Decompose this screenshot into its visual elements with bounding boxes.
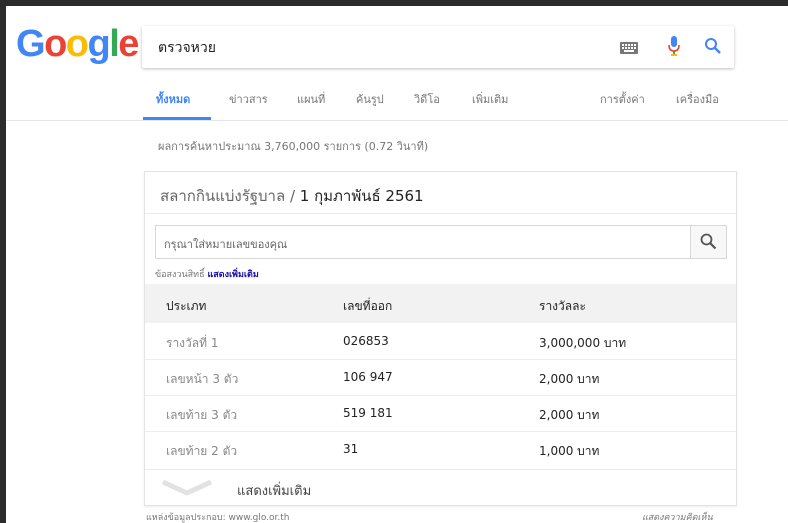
- logo-letter: o: [65, 23, 89, 65]
- search-tabs: ทั้งหมด ข่าวสาร แผนที่ ค้นรูป วิดีโอ เพิ…: [6, 92, 788, 122]
- lottery-input-placeholder: กรุณาใส่หมายเลขของคุณ: [164, 238, 288, 251]
- card-title-prefix: สลากกินแบ่งรัฐบาล /: [160, 187, 300, 205]
- search-icon[interactable]: [704, 37, 722, 59]
- header-prize: รางวัลละ: [539, 299, 586, 313]
- lottery-search-button[interactable]: [690, 225, 727, 259]
- logo-letter: l: [109, 23, 120, 65]
- show-more-button[interactable]: แสดงเพิ่มเติม: [145, 469, 736, 506]
- table-row: รางวัลที่ 1 026853 3,000,000 บาท: [145, 323, 736, 360]
- row-prize: 2,000 บาท: [539, 372, 600, 386]
- tab-news[interactable]: ข่าวสาร: [229, 92, 268, 122]
- header-type: ประเภท: [166, 299, 207, 313]
- row-prize: 3,000,000 บาท: [539, 336, 627, 350]
- result-stats: ผลการค้นหาประมาณ 3,760,000 รายการ (0.72 …: [158, 140, 429, 153]
- row-number: 106 947: [343, 370, 393, 384]
- logo-letter: o: [44, 23, 67, 65]
- table-row: เลขท้าย 2 ตัว 31 1,000 บาท: [145, 431, 736, 467]
- logo-letter: g: [87, 23, 111, 65]
- search-icon: [700, 233, 717, 250]
- search-input[interactable]: ตรวจหวย: [158, 37, 216, 59]
- source-attribution: แหล่งข้อมูลประกอบ: www.glo.or.th: [146, 513, 290, 523]
- tab-images[interactable]: ค้นรูป: [356, 92, 384, 122]
- disclaimer-text: ข้อสงวนสิทธิ์: [155, 270, 208, 280]
- row-type: รางวัลที่ 1: [166, 336, 219, 350]
- lottery-card: สลากกินแบ่งรัฐบาล / 1 กุมภาพันธ์ 2561 กร…: [144, 171, 737, 506]
- microphone-icon[interactable]: [668, 36, 680, 60]
- table-row: เลขหน้า 3 ตัว 106 947 2,000 บาท: [145, 359, 736, 396]
- table-row: เลขท้าย 3 ตัว 519 181 2,000 บาท: [145, 395, 736, 432]
- results-table-header: ประเภท เลขที่ออก รางวัลละ: [145, 284, 736, 323]
- results-page: Google ตรวจหวย ทั้งหมด ข่าวสาร แผนที่ ค้…: [6, 6, 788, 523]
- row-type: เลขหน้า 3 ตัว: [166, 372, 239, 386]
- feedback-link[interactable]: แสดงความคิดเห็น: [642, 510, 713, 523]
- tab-tools[interactable]: เครื่องมือ: [676, 92, 719, 122]
- row-prize: 2,000 บาท: [539, 408, 600, 422]
- logo-letter: e: [118, 23, 139, 65]
- tab-videos[interactable]: วิดีโอ: [414, 92, 440, 122]
- card-divider: [145, 213, 736, 214]
- show-more-label: แสดงเพิ่มเติม: [237, 484, 312, 499]
- tab-settings[interactable]: การตั้งค่า: [600, 92, 645, 122]
- card-title-date: 1 กุมภาพันธ์ 2561: [299, 187, 424, 205]
- disclaimer: ข้อสงวนสิทธิ์ แสดงเพิ่มเติม: [155, 267, 259, 281]
- tab-maps[interactable]: แผนที่: [297, 92, 325, 122]
- chevron-down-icon: [161, 479, 213, 496]
- disclaimer-more-link[interactable]: แสดงเพิ่มเติม: [207, 270, 258, 280]
- row-prize: 1,000 บาท: [539, 444, 600, 458]
- row-number: 519 181: [343, 406, 393, 420]
- keyboard-icon[interactable]: [620, 39, 638, 58]
- lottery-number-input[interactable]: กรุณาใส่หมายเลขของคุณ: [155, 225, 690, 259]
- row-type: เลขท้าย 3 ตัว: [166, 408, 238, 422]
- card-title: สลากกินแบ่งรัฐบาล / 1 กุมภาพันธ์ 2561: [160, 184, 424, 208]
- row-number: 31: [343, 442, 359, 456]
- row-type: เลขท้าย 2 ตัว: [166, 444, 238, 458]
- row-number: 026853: [343, 334, 389, 348]
- header-divider: [6, 120, 788, 121]
- logo-letter: G: [16, 23, 46, 65]
- search-box[interactable]: ตรวจหวย: [142, 26, 734, 68]
- google-logo[interactable]: Google: [16, 23, 139, 65]
- header-number: เลขที่ออก: [343, 299, 393, 313]
- tab-more[interactable]: เพิ่มเติม: [472, 92, 508, 122]
